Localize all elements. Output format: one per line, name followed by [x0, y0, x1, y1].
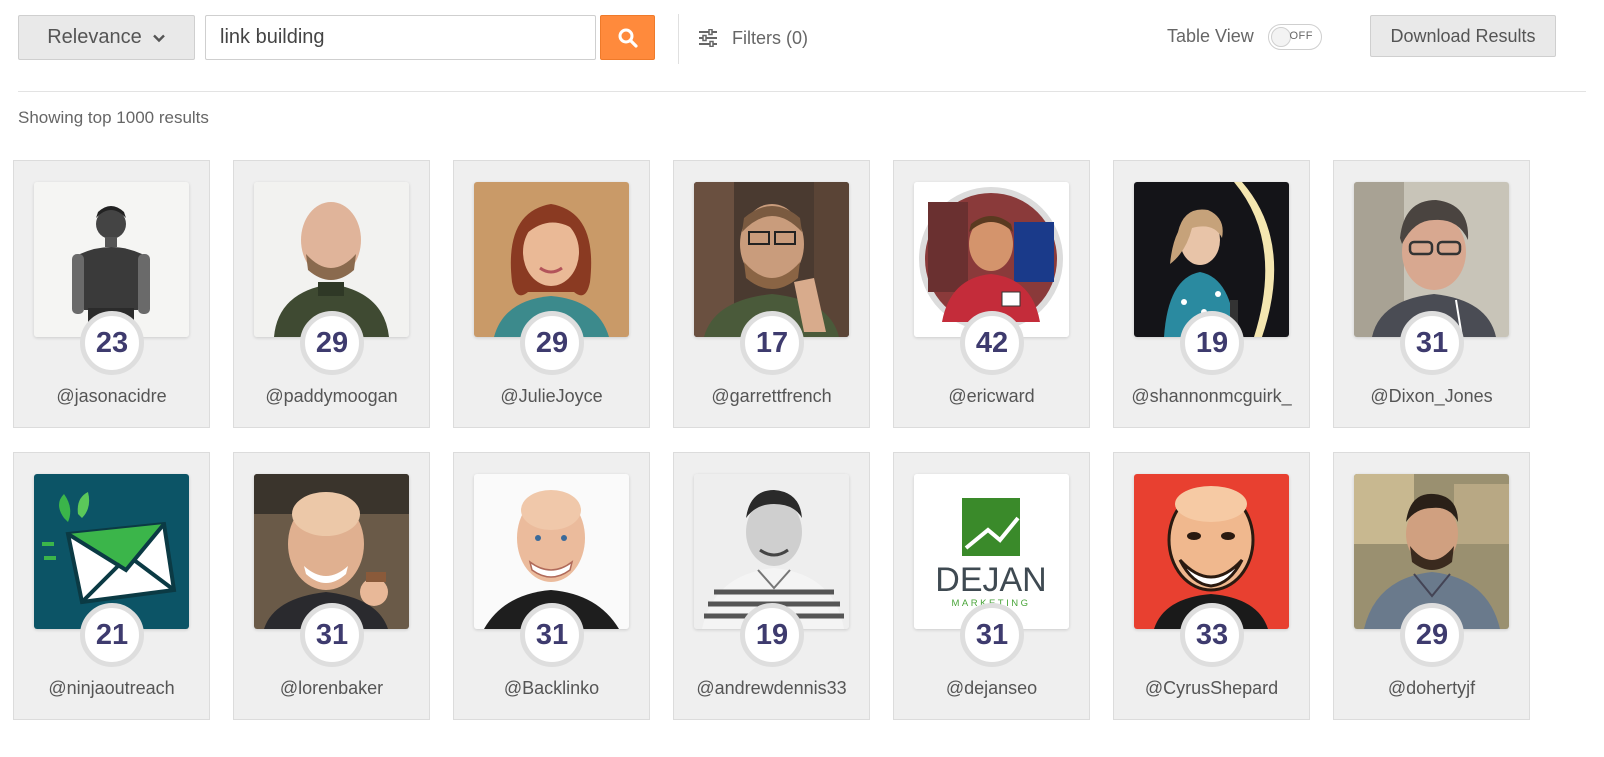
table-view-toggle[interactable]: OFF	[1268, 24, 1322, 50]
influencer-card[interactable]: 29 @JulieJoyce	[453, 160, 650, 428]
filters-button[interactable]: Filters (0)	[698, 22, 808, 54]
search-icon	[618, 28, 638, 48]
logo-text: DEJAN	[935, 561, 1046, 599]
sort-dropdown-label: Relevance	[47, 26, 142, 48]
score-badge: 31	[300, 603, 364, 667]
search-input[interactable]	[205, 15, 596, 60]
influencer-card[interactable]: 31 @Backlinko	[453, 452, 650, 720]
search-button[interactable]	[600, 15, 655, 60]
score-badge: 17	[740, 311, 804, 375]
score-badge: 31	[520, 603, 584, 667]
score-badge: 23	[80, 311, 144, 375]
sort-dropdown[interactable]: Relevance	[18, 15, 195, 60]
handle-label: @JulieJoyce	[500, 386, 603, 406]
influencer-card[interactable]: 23 @jasonacidre	[13, 160, 210, 428]
influencer-card[interactable]: 33 @CyrusShepard	[1113, 452, 1310, 720]
handle-label: @jasonacidre	[56, 386, 167, 406]
score-badge: 29	[520, 311, 584, 375]
score-badge: 31	[1400, 311, 1464, 375]
score-badge: 19	[740, 603, 804, 667]
handle-label: @dejanseo	[945, 678, 1038, 698]
toolbar-divider	[678, 14, 679, 64]
influencer-card[interactable]: 19 @andrewdennis33	[673, 452, 870, 720]
toggle-knob	[1271, 27, 1291, 47]
handle-label: @Backlinko	[503, 678, 600, 698]
header-divider	[18, 91, 1586, 92]
handle-label: @CyrusShepard	[1144, 678, 1279, 698]
score-badge: 31	[960, 603, 1024, 667]
influencer-card[interactable]: DEJANMARKETING 31 @dejanseo	[893, 452, 1090, 720]
score-badge: 33	[1180, 603, 1244, 667]
score-badge: 19	[1180, 311, 1244, 375]
influencer-card[interactable]: 31 @lorenbaker	[233, 452, 430, 720]
score-badge: 29	[300, 311, 364, 375]
toolbar: Relevance Filters (0) Table View OFF Dow…	[0, 0, 1604, 92]
influencer-card[interactable]: 31 @Dixon_Jones	[1333, 160, 1530, 428]
handle-label: @garrettfrench	[711, 386, 832, 406]
filters-label: Filters (0)	[732, 27, 808, 48]
score-badge: 42	[960, 311, 1024, 375]
influencer-card[interactable]: 21 @ninjaoutreach	[13, 452, 210, 720]
handle-label: @Dixon_Jones	[1370, 386, 1493, 406]
score-badge: 29	[1400, 603, 1464, 667]
influencer-card[interactable]: 17 @garrettfrench	[673, 160, 870, 428]
handle-label: @ericward	[948, 386, 1035, 406]
handle-label: @ninjaoutreach	[48, 678, 175, 698]
table-view-label: Table View	[1167, 26, 1254, 46]
influencer-card[interactable]: 29 @dohertyjf	[1333, 452, 1530, 720]
influencer-card[interactable]: 19 @shannonmcguirk_	[1113, 160, 1310, 428]
download-results-button[interactable]: Download Results	[1370, 15, 1556, 57]
influencer-card[interactable]: 42 @ericward	[893, 160, 1090, 428]
toggle-state-label: OFF	[1289, 30, 1313, 42]
chevron-down-icon	[152, 34, 165, 42]
sliders-icon	[699, 29, 717, 47]
score-badge: 21	[80, 603, 144, 667]
handle-label: @lorenbaker	[279, 678, 384, 698]
handle-label: @andrewdennis33	[696, 678, 847, 698]
results-count: Showing top 1000 results	[18, 108, 209, 127]
handle-label: @paddymoogan	[265, 386, 398, 406]
influencer-card[interactable]: 29 @paddymoogan	[233, 160, 430, 428]
handle-label: @shannonmcguirk_	[1131, 386, 1292, 406]
handle-label: @dohertyjf	[1387, 678, 1476, 698]
